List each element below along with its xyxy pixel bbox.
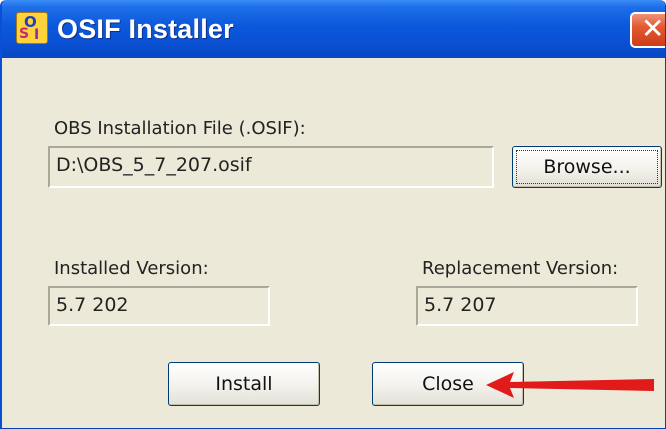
title-bar[interactable]: O S I OSIF Installer ✕ (2, 0, 665, 58)
app-icon-glyph-i: I (34, 27, 40, 43)
window-title: OSIF Installer (57, 14, 234, 44)
install-button[interactable]: Install (168, 362, 320, 406)
app-icon-glyph-s: S (19, 26, 30, 42)
close-icon: ✕ (641, 12, 665, 45)
osif-app-icon: O S I (16, 12, 48, 44)
replacement-version-label: Replacement Version: (422, 258, 619, 279)
replacement-version-field: 5.7 207 (416, 286, 638, 326)
file-label: OBS Installation File (.OSIF): (54, 118, 306, 139)
installed-version-label: Installed Version: (54, 258, 209, 279)
arrow-shape (486, 372, 654, 398)
window-close-button[interactable]: ✕ (630, 12, 665, 48)
installed-version-field: 5.7 202 (48, 286, 270, 326)
file-path-field[interactable]: D:\OBS_5_7_207.osif (48, 146, 494, 188)
installer-window: O S I OSIF Installer ✕ OBS Installation … (0, 0, 666, 429)
annotation-arrow (486, 372, 654, 398)
browse-button[interactable]: Browse... (512, 146, 662, 188)
